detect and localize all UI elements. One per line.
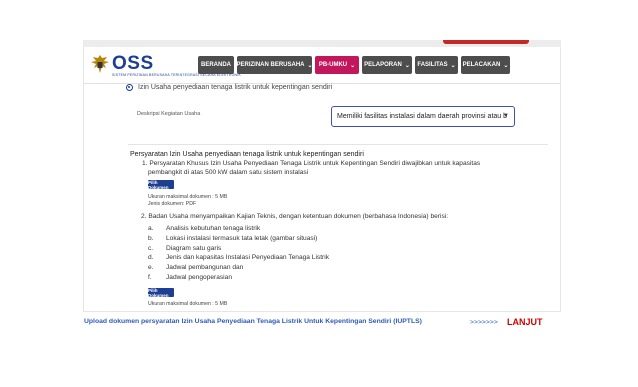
menu-pelacakan[interactable]: PELACAKAN ⌄	[461, 56, 510, 74]
req2-item: Jadwal pengoperasian	[166, 274, 232, 281]
chevron-down-icon: ⌄	[350, 62, 356, 69]
top-strip	[83, 40, 561, 47]
req2-letter: c.	[148, 245, 154, 252]
alert-bar	[443, 40, 529, 44]
doc-type-note: Jenis dokumen: PDF	[148, 201, 197, 207]
req2-letter: f.	[148, 274, 152, 281]
divider	[128, 144, 548, 145]
slide-caption: Upload dokumen persyaratan Izin Usaha Pe…	[84, 318, 422, 325]
requirements-title: Persyaratan Izin Usaha penyediaan tenaga…	[130, 151, 364, 158]
desc-label: Deskripsi Kegiatan Usaha	[137, 111, 201, 117]
caret-down-icon: ▼	[503, 113, 509, 119]
chevron-down-icon: ⌄	[307, 62, 313, 69]
menu-pelaporan[interactable]: PELAPORAN ⌄	[362, 56, 412, 74]
req2-letter: d.	[148, 254, 154, 261]
menu-perizinan-berusaha[interactable]: PERIZINAN BERUSAHA ⌄	[236, 56, 313, 74]
radio-label: Izin Usaha penyediaan tenaga listrik unt…	[138, 84, 333, 91]
menu-label: BERANDA	[201, 62, 231, 68]
req2-letter: e.	[148, 264, 154, 271]
form-content: Izin Usaha penyediaan tenaga listrik unt…	[84, 84, 560, 312]
req2-item: Diagram satu garis	[166, 245, 222, 252]
menu-label: PELACAKAN	[462, 62, 501, 68]
menu-label: FASILITAS	[417, 62, 448, 68]
pilih-dokumen-button-2[interactable]: Pilih Dokumen	[148, 288, 174, 298]
req2-item: Analisis kebutuhan tenaga listrik	[166, 225, 261, 232]
menu-label: PELAPORAN	[364, 62, 402, 68]
menu-pb-umku[interactable]: PB-UMKU ⌄	[315, 56, 359, 74]
radio-button[interactable]	[126, 84, 133, 91]
menu-label: PB-UMKU	[318, 62, 348, 68]
license-option[interactable]: Izin Usaha penyediaan tenaga listrik unt…	[126, 84, 332, 91]
arrows: >>>>>>>	[470, 319, 498, 326]
req1-line1: 1. Persyaratan Khusus Izin Usaha Penyedi…	[142, 160, 481, 167]
oss-logo[interactable]: OSS	[112, 53, 154, 75]
chevron-down-icon: ⌄	[503, 62, 509, 69]
menu-fasilitas[interactable]: FASILITAS ⌄	[415, 56, 458, 74]
req2-letter: b.	[148, 235, 154, 242]
chevron-down-icon: ⌄	[450, 62, 456, 69]
req2-item: Lokasi instalasi termasuk tata letak (ga…	[166, 235, 318, 242]
lanjut-link[interactable]: LANJUT	[507, 317, 543, 327]
req2-letter: a.	[148, 225, 154, 232]
chevron-down-icon: ⌄	[404, 62, 410, 69]
garuda-emblem-icon	[91, 55, 109, 73]
req1-line2: pembangkit di atas 500 kW dalam satu sis…	[148, 169, 309, 176]
max-size-note-2: Ukuran maksimal dokumen : 5 MB	[148, 301, 228, 307]
pilih-dokumen-button[interactable]: Pilih Dokumen	[148, 180, 174, 190]
menu-beranda[interactable]: BERANDA	[198, 56, 234, 74]
req2-title: 2. Badan Usaha menyampaikan Kajian Tekni…	[141, 213, 449, 220]
req2-item: Jenis dan kapasitas Instalasi Penyediaan…	[166, 254, 329, 261]
desc-select[interactable]: Memiliki fasilitas instalasi dalam daera…	[331, 106, 515, 127]
req2-item: Jadwal pembangunan dan	[166, 264, 244, 271]
menu-label: PERIZINAN BERUSAHA	[236, 62, 305, 68]
desc-select-value: Memiliki fasilitas instalasi dalam daera…	[337, 113, 508, 120]
max-size-note: Ukuran maksimal dokumen : 5 MB	[148, 194, 228, 200]
